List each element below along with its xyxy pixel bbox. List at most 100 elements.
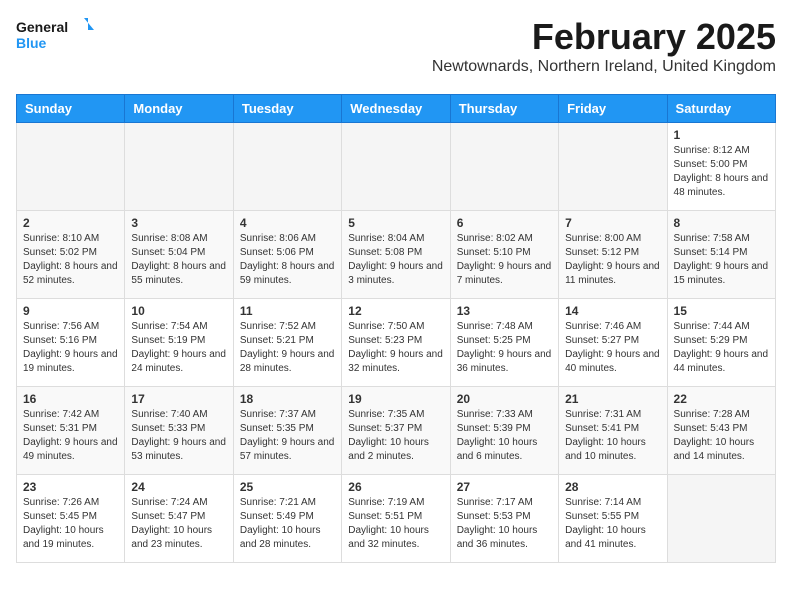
calendar-table: Sunday Monday Tuesday Wednesday Thursday… — [16, 94, 776, 563]
day-info-7: Sunrise: 8:00 AM Sunset: 5:12 PM Dayligh… — [565, 232, 660, 288]
calendar-cell-w1-d0: 2 Sunrise: 8:10 AM Sunset: 5:02 PM Daylig… — [17, 211, 125, 299]
day-number-24: 24 — [131, 480, 226, 494]
calendar-week-3: 16Sunrise: 7:42 AM Sunset: 5:31 PM Dayli… — [17, 387, 776, 475]
day-info-24: Sunrise: 7:24 AM Sunset: 5:47 PM Dayligh… — [131, 496, 226, 552]
calendar-cell-w1-d4: 6 Sunrise: 8:02 AM Sunset: 5:10 PM Daylig… — [450, 211, 558, 299]
calendar-cell-w0-d5 — [559, 123, 667, 211]
calendar-cell-w2-d2: 11 Sunrise: 7:52 AM Sunset: 5:21 PM Dayli… — [233, 299, 341, 387]
title-section: February 2025 Newtownards, Northern Irel… — [432, 16, 776, 84]
header-monday: Monday — [125, 95, 233, 123]
day-info-15: Sunrise: 7:44 AM Sunset: 5:29 PM Dayligh… — [674, 320, 769, 376]
day-number-15: 15 — [674, 304, 769, 318]
calendar-cell-w0-d1 — [125, 123, 233, 211]
day-info-22: Sunrise: 7:28 AM Sunset: 5:43 PM Dayligh… — [674, 408, 769, 464]
day-info-10: Sunrise: 7:54 AM Sunset: 5:19 PM Dayligh… — [131, 320, 226, 376]
day-number-22: 22 — [674, 392, 769, 406]
header-tuesday: Tuesday — [233, 95, 341, 123]
day-number-10: 10 — [131, 304, 226, 318]
calendar-cell-w0-d2 — [233, 123, 341, 211]
calendar-cell-w3-d5: 21Sunrise: 7:31 AM Sunset: 5:41 PM Dayli… — [559, 387, 667, 475]
day-info-13: Sunrise: 7:48 AM Sunset: 5:25 PM Dayligh… — [457, 320, 552, 376]
day-number-20: 20 — [457, 392, 552, 406]
calendar-cell-w0-d4 — [450, 123, 558, 211]
header-saturday: Saturday — [667, 95, 775, 123]
calendar-cell-w2-d1: 10 Sunrise: 7:54 AM Sunset: 5:19 PM Dayli… — [125, 299, 233, 387]
calendar-cell-w4-d1: 24 Sunrise: 7:24 AM Sunset: 5:47 PM Dayli… — [125, 475, 233, 563]
calendar-cell-w4-d6 — [667, 475, 775, 563]
svg-text:Blue: Blue — [16, 35, 47, 51]
calendar-week-1: 2 Sunrise: 8:10 AM Sunset: 5:02 PM Daylig… — [17, 211, 776, 299]
calendar-cell-w2-d6: 15 Sunrise: 7:44 AM Sunset: 5:29 PM Dayli… — [667, 299, 775, 387]
day-info-25: Sunrise: 7:21 AM Sunset: 5:49 PM Dayligh… — [240, 496, 335, 552]
day-info-2: Sunrise: 8:10 AM Sunset: 5:02 PM Dayligh… — [23, 232, 118, 288]
calendar-cell-w3-d0: 16Sunrise: 7:42 AM Sunset: 5:31 PM Dayli… — [17, 387, 125, 475]
logo: General Blue — [16, 16, 96, 56]
calendar-cell-w1-d1: 3 Sunrise: 8:08 AM Sunset: 5:04 PM Daylig… — [125, 211, 233, 299]
calendar-cell-w2-d0: 9 Sunrise: 7:56 AM Sunset: 5:16 PM Daylig… — [17, 299, 125, 387]
day-number-23: 23 — [23, 480, 118, 494]
calendar-cell-w2-d5: 14 Sunrise: 7:46 AM Sunset: 5:27 PM Dayli… — [559, 299, 667, 387]
day-number-19: 19 — [348, 392, 443, 406]
calendar-cell-w0-d6: 1 Sunrise: 8:12 AM Sunset: 5:00 PM Daylig… — [667, 123, 775, 211]
day-info-6: Sunrise: 8:02 AM Sunset: 5:10 PM Dayligh… — [457, 232, 552, 288]
day-info-14: Sunrise: 7:46 AM Sunset: 5:27 PM Dayligh… — [565, 320, 660, 376]
day-info-12: Sunrise: 7:50 AM Sunset: 5:23 PM Dayligh… — [348, 320, 443, 376]
day-number-12: 12 — [348, 304, 443, 318]
calendar-cell-w4-d0: 23 Sunrise: 7:26 AM Sunset: 5:45 PM Dayli… — [17, 475, 125, 563]
calendar-cell-w1-d5: 7 Sunrise: 8:00 AM Sunset: 5:12 PM Daylig… — [559, 211, 667, 299]
day-number-25: 25 — [240, 480, 335, 494]
calendar-subtitle: Newtownards, Northern Ireland, United Ki… — [432, 58, 776, 76]
calendar-week-0: 1 Sunrise: 8:12 AM Sunset: 5:00 PM Daylig… — [17, 123, 776, 211]
calendar-header-row: Sunday Monday Tuesday Wednesday Thursday… — [17, 95, 776, 123]
calendar-cell-w4-d2: 25 Sunrise: 7:21 AM Sunset: 5:49 PM Dayli… — [233, 475, 341, 563]
calendar-cell-w2-d3: 12 Sunrise: 7:50 AM Sunset: 5:23 PM Dayli… — [342, 299, 450, 387]
header-friday: Friday — [559, 95, 667, 123]
day-info-21: Sunrise: 7:31 AM Sunset: 5:41 PM Dayligh… — [565, 408, 660, 464]
calendar-cell-w3-d4: 20Sunrise: 7:33 AM Sunset: 5:39 PM Dayli… — [450, 387, 558, 475]
day-info-4: Sunrise: 8:06 AM Sunset: 5:06 PM Dayligh… — [240, 232, 335, 288]
day-info-27: Sunrise: 7:17 AM Sunset: 5:53 PM Dayligh… — [457, 496, 552, 552]
day-number-27: 27 — [457, 480, 552, 494]
day-number-7: 7 — [565, 216, 660, 230]
day-number-14: 14 — [565, 304, 660, 318]
day-number-9: 9 — [23, 304, 118, 318]
day-info-18: Sunrise: 7:37 AM Sunset: 5:35 PM Dayligh… — [240, 408, 335, 464]
day-info-1: Sunrise: 8:12 AM Sunset: 5:00 PM Dayligh… — [674, 144, 769, 200]
day-number-13: 13 — [457, 304, 552, 318]
day-number-17: 17 — [131, 392, 226, 406]
calendar-week-2: 9 Sunrise: 7:56 AM Sunset: 5:16 PM Daylig… — [17, 299, 776, 387]
day-info-26: Sunrise: 7:19 AM Sunset: 5:51 PM Dayligh… — [348, 496, 443, 552]
day-number-4: 4 — [240, 216, 335, 230]
day-info-28: Sunrise: 7:14 AM Sunset: 5:55 PM Dayligh… — [565, 496, 660, 552]
calendar-cell-w4-d5: 28Sunrise: 7:14 AM Sunset: 5:55 PM Dayli… — [559, 475, 667, 563]
day-number-16: 16 — [23, 392, 118, 406]
day-number-6: 6 — [457, 216, 552, 230]
day-number-3: 3 — [131, 216, 226, 230]
day-info-9: Sunrise: 7:56 AM Sunset: 5:16 PM Dayligh… — [23, 320, 118, 376]
calendar-title: February 2025 — [432, 16, 776, 58]
calendar-cell-w2-d4: 13 Sunrise: 7:48 AM Sunset: 5:25 PM Dayli… — [450, 299, 558, 387]
calendar-cell-w4-d3: 26 Sunrise: 7:19 AM Sunset: 5:51 PM Dayli… — [342, 475, 450, 563]
day-info-8: Sunrise: 7:58 AM Sunset: 5:14 PM Dayligh… — [674, 232, 769, 288]
calendar-cell-w0-d3 — [342, 123, 450, 211]
day-number-5: 5 — [348, 216, 443, 230]
day-number-26: 26 — [348, 480, 443, 494]
day-info-19: Sunrise: 7:35 AM Sunset: 5:37 PM Dayligh… — [348, 408, 443, 464]
day-number-2: 2 — [23, 216, 118, 230]
calendar-cell-w1-d2: 4 Sunrise: 8:06 AM Sunset: 5:06 PM Daylig… — [233, 211, 341, 299]
header-sunday: Sunday — [17, 95, 125, 123]
day-info-5: Sunrise: 8:04 AM Sunset: 5:08 PM Dayligh… — [348, 232, 443, 288]
logo-svg: General Blue — [16, 16, 96, 56]
day-number-8: 8 — [674, 216, 769, 230]
day-info-11: Sunrise: 7:52 AM Sunset: 5:21 PM Dayligh… — [240, 320, 335, 376]
calendar-cell-w0-d0 — [17, 123, 125, 211]
day-number-11: 11 — [240, 304, 335, 318]
day-info-3: Sunrise: 8:08 AM Sunset: 5:04 PM Dayligh… — [131, 232, 226, 288]
calendar-cell-w3-d1: 17 Sunrise: 7:40 AM Sunset: 5:33 PM Dayli… — [125, 387, 233, 475]
calendar-cell-w3-d3: 19 Sunrise: 7:35 AM Sunset: 5:37 PM Dayli… — [342, 387, 450, 475]
svg-text:General: General — [16, 19, 68, 35]
day-number-18: 18 — [240, 392, 335, 406]
day-number-1: 1 — [674, 128, 769, 142]
day-info-17: Sunrise: 7:40 AM Sunset: 5:33 PM Dayligh… — [131, 408, 226, 464]
day-info-23: Sunrise: 7:26 AM Sunset: 5:45 PM Dayligh… — [23, 496, 118, 552]
